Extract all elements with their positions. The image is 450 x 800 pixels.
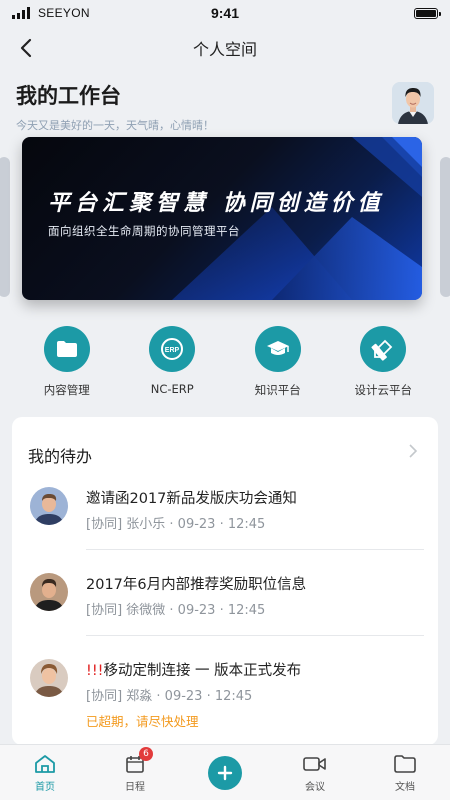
tab-calendar[interactable]: 6 日程 [95,746,175,793]
signal-icon [12,7,30,19]
tab-label: 会议 [305,781,325,793]
notification-badge: 6 [139,746,153,761]
todo-item-text: 2017年6月内部推荐奖励职位信息 [86,577,307,593]
quick-app-grid: 内容管理 ERP NC-ERP 知识平台 设计云平台 [0,326,450,406]
tab-meeting[interactable]: 会议 [275,753,355,793]
avatar [30,659,68,697]
tab-label: 日程 [125,781,145,793]
avatar [30,487,68,525]
urgent-marker: !!! [86,663,104,679]
app-label: NC-ERP [150,382,194,396]
page-title: 个人空间 [192,40,257,59]
plus-icon [208,755,242,790]
tab-documents[interactable]: 文档 [365,753,445,793]
todo-item[interactable]: !!!移动定制连接 一 版本正式发布 [协同] 郑淼 · 09-23 · 12:… [12,649,438,733]
tab-home[interactable]: 首页 [5,753,85,793]
workspace-greeting: 今天又是美好的一天，天气晴，心情晴！ [16,119,214,132]
status-left: SEEYON [12,6,90,20]
graduation-cap-icon [254,326,301,372]
user-avatar[interactable] [392,82,434,124]
previous-slide-peek[interactable] [0,157,10,297]
overdue-warning: 已超期，请尽快处理 [86,714,199,729]
design-tools-icon [360,326,407,372]
divider [86,549,424,550]
workspace-title: 我的工作台 [16,84,121,108]
app-label: 知识平台 [254,383,301,397]
tab-bar: 首页 6 日程 会议 文档 [0,744,450,800]
divider [86,635,424,636]
todo-item-title: !!!移动定制连接 一 版本正式发布 [86,659,301,680]
chevron-left-icon [20,38,32,58]
todo-card: 我的待办 邀请函2017新品发版庆功会通知 [协同] 张小乐 · 09-23 ·… [12,417,438,745]
tab-add[interactable] [185,755,265,790]
tab-label: 首页 [35,781,55,793]
app-label: 内容管理 [43,383,90,397]
todo-item-meta: [协同] 张小乐 · 09-23 · 12:45 [86,517,266,532]
nav-bar: 个人空间 [0,28,450,68]
banner-carousel[interactable]: 平台汇聚智慧 协同创造价值 面向组织全生命周期的协同管理平台 [0,137,450,302]
banner-decoration [172,137,422,300]
todo-item-text: 邀请函2017新品发版庆功会通知 [86,491,297,507]
app-knowledge-platform[interactable]: 知识平台 [233,326,323,406]
erp-icon: ERP [149,326,196,372]
tab-label: 文档 [395,781,415,793]
battery-icon [414,7,441,19]
todo-item-text: 移动定制连接 一 版本正式发布 [103,663,302,679]
carrier-name: SEEYON [38,6,90,20]
status-bar: SEEYON 9:41 [0,0,450,26]
svg-text:ERP: ERP [165,347,180,354]
chevron-right-icon[interactable] [406,443,420,459]
home-icon [33,753,57,775]
todo-item-title: 2017年6月内部推荐奖励职位信息 [86,573,306,594]
todo-item-title: 邀请函2017新品发版庆功会通知 [86,487,297,508]
folder-icon [43,326,90,372]
app-label: 设计云平台 [354,383,413,397]
app-content-management[interactable]: 内容管理 [22,326,112,406]
avatar [30,573,68,611]
todo-item-meta: [协同] 郑淼 · 09-23 · 12:45 [86,689,253,704]
next-slide-peek[interactable] [440,157,450,297]
banner-subtitle: 面向组织全生命周期的协同管理平台 [48,224,240,238]
todo-item-meta: [协同] 徐微微 · 09-23 · 12:45 [86,603,266,618]
video-icon [303,753,327,775]
banner-slide[interactable]: 平台汇聚智慧 协同创造价值 面向组织全生命周期的协同管理平台 [22,137,422,300]
app-nc-erp[interactable]: ERP NC-ERP [127,326,217,406]
back-button[interactable] [14,36,38,60]
status-time: 9:41 [210,5,240,21]
folder-icon [393,753,417,775]
workspace-header: 我的工作台 今天又是美好的一天，天气晴，心情晴！ [16,80,434,132]
todo-title: 我的待办 [28,447,93,466]
banner-slogan: 平台汇聚智慧 协同创造价值 [48,190,385,216]
app-design-cloud[interactable]: 设计云平台 [338,326,428,406]
